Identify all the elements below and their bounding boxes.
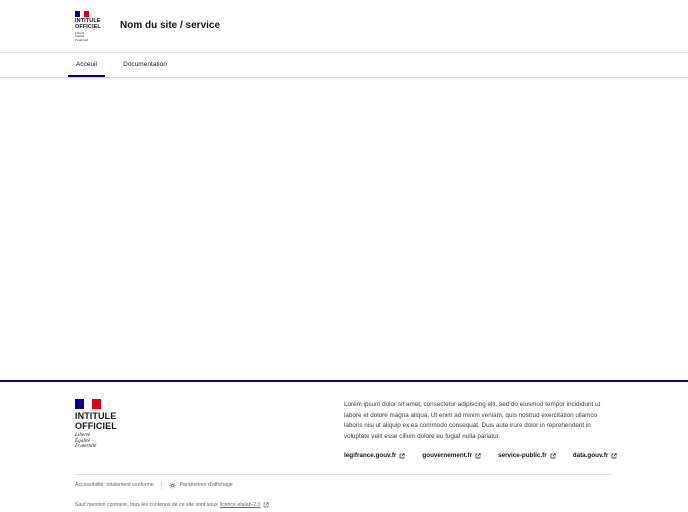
footer-links: legifrance.gouv.fr gouvernement.fr servi… [344,452,634,459]
license-link[interactable]: licence etalab-2.0 [220,502,261,508]
external-link-icon [264,502,269,508]
display-settings-icon [169,481,176,489]
accessibility-link[interactable]: Accessibilité: totalement conforme [75,482,154,488]
logo-motto: Liberté Égalité Fraternité [75,30,89,42]
footer-link-legifrance[interactable]: legifrance.gouv.fr [344,452,405,459]
external-link-icon [475,452,481,458]
footer-flag-icon [75,399,102,409]
external-link-icon [611,452,617,458]
nav-item-documentation[interactable]: Documentation [116,53,174,77]
logo-title: INTITULE OFFICIEL [75,18,101,30]
header: INTITULE OFFICIEL Liberté Égalité Frater… [0,0,688,53]
footer-republic-logo[interactable]: INTITULE OFFICIEL Liberté Égalité Frater… [75,399,117,450]
flag-icon [75,11,90,17]
nav-item-acceuil[interactable]: Acceuil [68,53,105,77]
footer-description: Lorem ipsum dolor sit amet, consectetur … [344,401,601,441]
footer-link-data-gouv[interactable]: data.gouv.fr [573,452,618,459]
footer-link-gouvernement[interactable]: gouvernement.fr [422,452,481,459]
footer-bottom-links: Accessibilité: totalement conforme Param… [75,481,233,489]
footer-bottom-separator [160,481,162,489]
footer-divider [75,474,612,475]
site-title[interactable]: Nom du site / service [120,20,220,31]
external-link-icon [550,452,556,458]
footer-logo-motto: Liberté Égalité Fraternité [75,432,97,450]
main-navigation: Acceuil Documentation [0,53,688,78]
footer-link-service-public[interactable]: service-public.fr [498,452,556,459]
republic-logo[interactable]: INTITULE OFFICIEL Liberté Égalité Frater… [75,11,101,42]
display-settings-button[interactable]: Paramètres d'affichage [169,481,233,489]
footer: INTITULE OFFICIEL Liberté Égalité Frater… [0,380,688,512]
external-link-icon [400,452,405,458]
footer-license: Sauf mention contraire, tous les contenu… [75,502,269,508]
footer-logo-title: INTITULE OFFICIEL [75,411,117,431]
